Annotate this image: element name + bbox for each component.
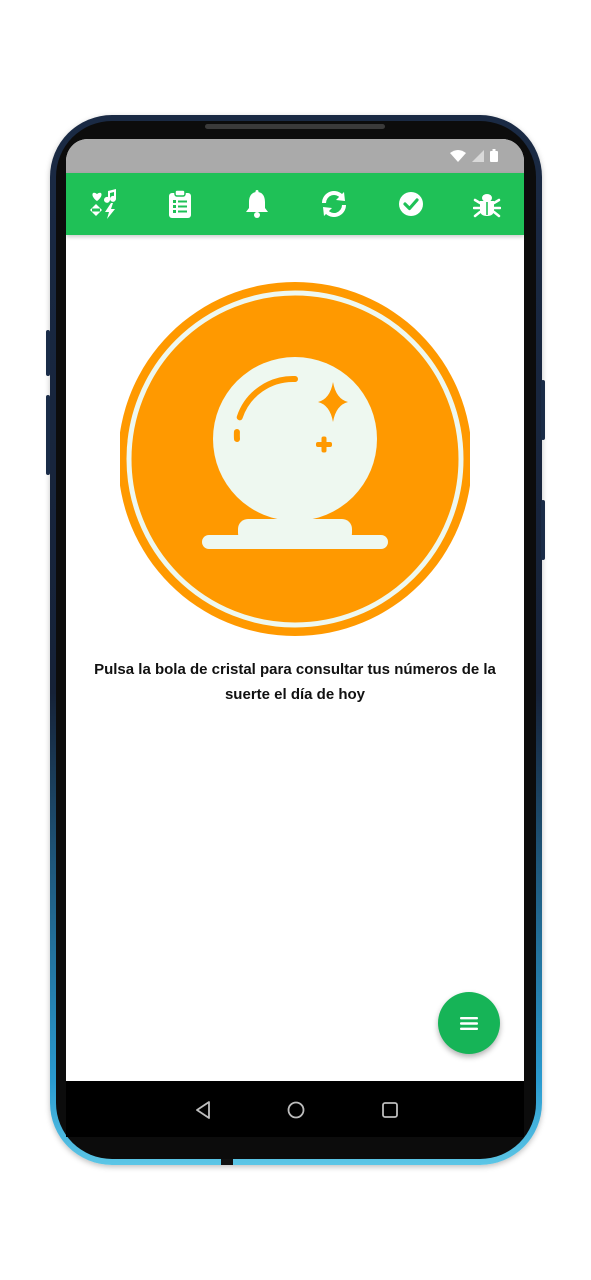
system-nav-bar <box>66 1081 524 1137</box>
app-screen: Pulsa la bola de cristal para consultar … <box>66 139 524 1081</box>
toolbar-item-done[interactable] <box>393 187 429 221</box>
wifi-icon <box>450 149 466 162</box>
bell-icon <box>246 190 268 218</box>
top-toolbar <box>66 173 524 235</box>
side-button <box>541 500 545 560</box>
volume-button <box>46 330 50 376</box>
toolbar-item-favorites[interactable] <box>86 187 122 221</box>
battery-icon <box>490 149 498 162</box>
usb-port <box>221 1159 233 1165</box>
power-button <box>541 380 545 440</box>
toolbar-item-notifications[interactable] <box>239 187 275 221</box>
earpiece-speaker <box>205 124 385 129</box>
clipboard-list-icon <box>169 190 191 218</box>
nav-back-button[interactable] <box>191 1099 215 1121</box>
signal-icon <box>472 149 484 162</box>
crystal-ball-icon <box>118 282 472 636</box>
recents-icon <box>382 1102 398 1118</box>
toolbar-item-clipboard[interactable] <box>162 187 198 221</box>
check-circle-icon <box>399 192 423 216</box>
instruction-text: Pulsa la bola de cristal para consultar … <box>94 661 496 703</box>
bug-icon <box>473 194 501 218</box>
menu-fab[interactable] <box>438 992 500 1054</box>
status-bar <box>66 139 524 173</box>
back-icon <box>196 1101 210 1119</box>
refresh-icon <box>322 191 346 217</box>
menu-icon <box>460 1016 478 1030</box>
volume-button <box>46 395 50 475</box>
nav-home-button[interactable] <box>284 1099 308 1121</box>
favorites-shuffle-icon <box>90 189 116 219</box>
nav-recents-button[interactable] <box>378 1099 402 1121</box>
toolbar-item-bug-report[interactable] <box>469 187 505 221</box>
home-icon <box>287 1101 305 1119</box>
toolbar-item-refresh[interactable] <box>316 187 352 221</box>
crystal-ball-button[interactable] <box>118 279 472 639</box>
